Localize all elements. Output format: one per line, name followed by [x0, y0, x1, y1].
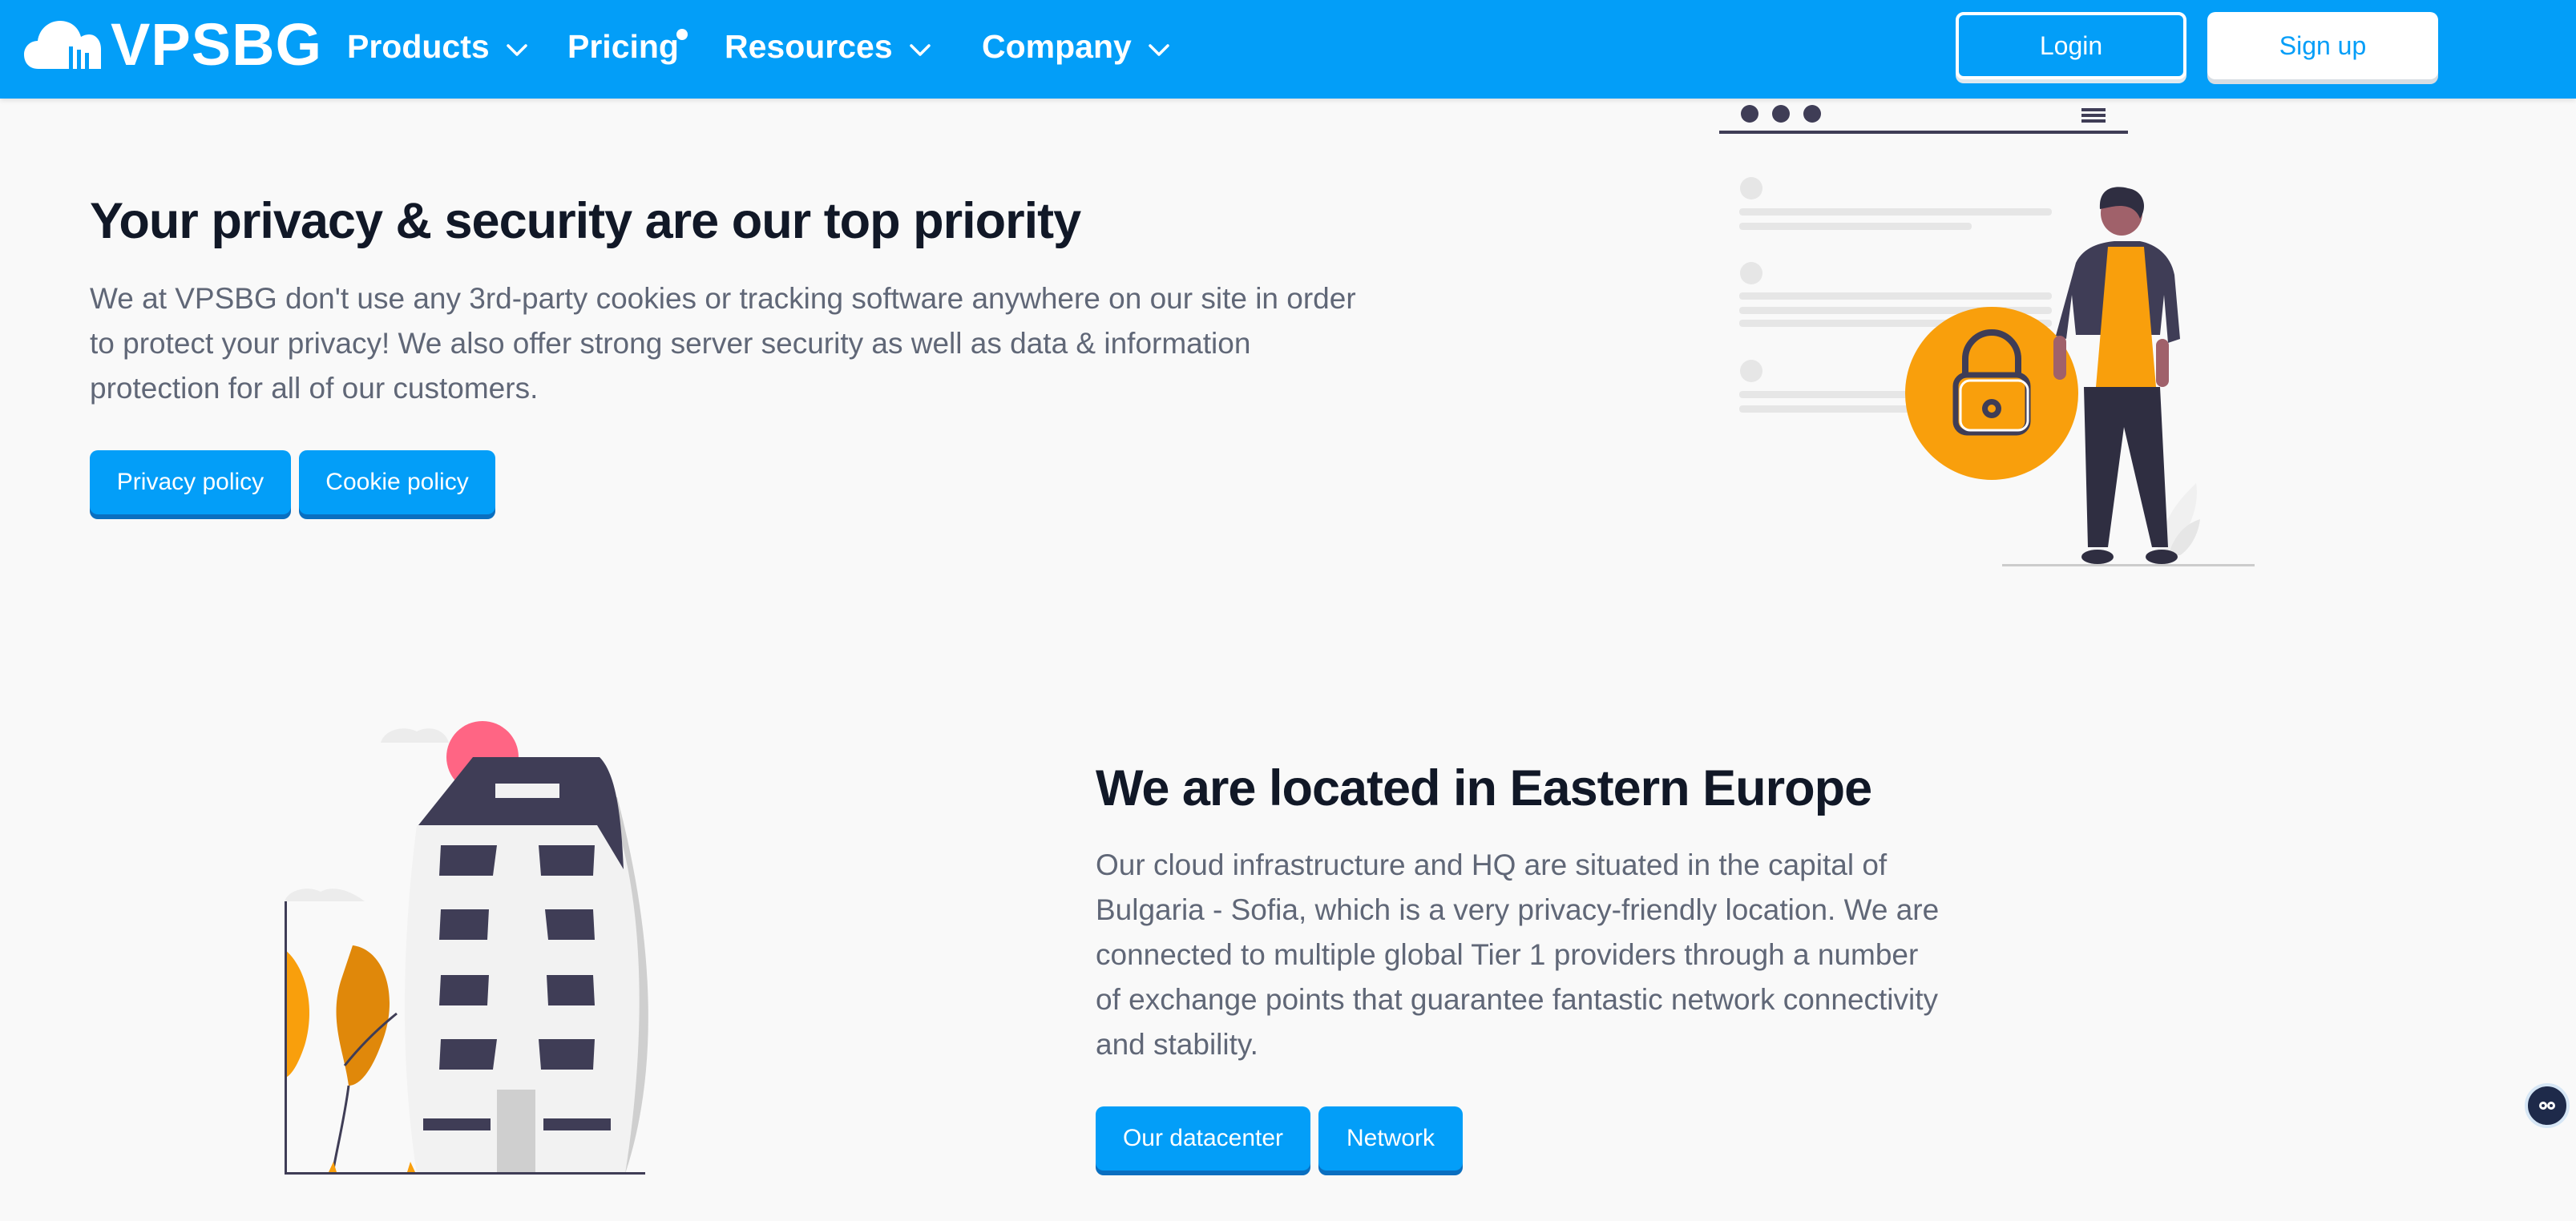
nav-resources[interactable]: Resources: [725, 24, 931, 69]
chat-widget-icon: [2539, 1102, 2555, 1110]
brand-name: VPSBG: [111, 11, 323, 78]
nav-products[interactable]: Products: [347, 24, 528, 69]
location-heading: We are located in Eastern Europe: [1096, 760, 1872, 816]
brand-logo[interactable]: VPSBG: [24, 11, 323, 78]
location-description: Our cloud infrastructure and HQ are situ…: [1096, 848, 1940, 1061]
building-illustration: [285, 721, 648, 1175]
nav-company-label: Company: [982, 27, 1132, 65]
privacy-heading: Your privacy & security are our top prio…: [90, 193, 1081, 249]
top-navigation-bar: VPSBG Products Pricing Resources Company…: [0, 0, 2576, 99]
nav-pricing[interactable]: Pricing: [567, 24, 688, 69]
chevron-down-icon: [909, 28, 931, 66]
notification-dot-icon: [676, 29, 688, 40]
cookie-policy-button[interactable]: Cookie policy: [299, 450, 495, 514]
chat-widget-button[interactable]: [2525, 1083, 2570, 1128]
privacy-description: We at VPSBG don't use any 3rd-party cook…: [90, 282, 1356, 405]
nav-company[interactable]: Company: [982, 24, 1170, 69]
security-lock-illustration: [1719, 105, 2255, 566]
chevron-down-icon: [1148, 28, 1170, 66]
our-datacenter-button[interactable]: Our datacenter: [1096, 1106, 1310, 1171]
nav-resources-label: Resources: [725, 27, 893, 65]
nav-pricing-label: Pricing: [567, 27, 679, 65]
privacy-policy-button[interactable]: Privacy policy: [90, 450, 291, 514]
signup-button[interactable]: Sign up: [2207, 12, 2438, 79]
login-button[interactable]: Login: [1956, 12, 2186, 79]
chevron-down-icon: [506, 28, 528, 66]
cloud-logo-icon: [24, 21, 101, 69]
network-button[interactable]: Network: [1318, 1106, 1463, 1171]
nav-products-label: Products: [347, 27, 490, 65]
